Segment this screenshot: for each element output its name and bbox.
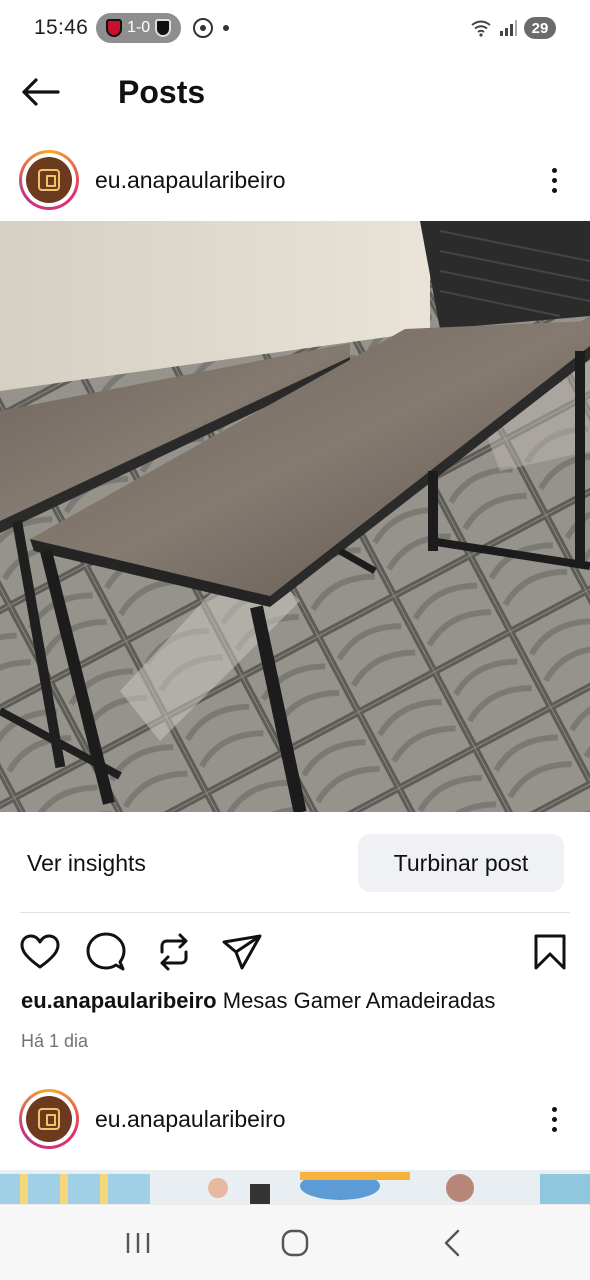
status-bar: 15:46 1-0 29 (0, 0, 590, 56)
page-title: Posts (118, 73, 206, 110)
avatar[interactable] (19, 150, 79, 210)
team-crest-icon (106, 19, 123, 37)
whatsapp-icon (193, 18, 214, 38)
post-image[interactable] (0, 221, 590, 812)
brand-logo-icon (38, 1108, 60, 1130)
avatar[interactable] (19, 1089, 79, 1149)
more-options-button[interactable] (538, 1097, 570, 1141)
notification-dot-icon (223, 25, 230, 31)
recent-apps-icon (127, 1232, 150, 1253)
back-icon (444, 1229, 459, 1256)
post-header: eu.anapaularibeiro (0, 135, 590, 225)
post-username[interactable]: eu.anapaularibeiro (95, 1106, 286, 1133)
caption-username[interactable]: eu.anapaularibeiro (21, 988, 217, 1013)
comment-button[interactable] (84, 930, 128, 974)
view-insights-link[interactable]: Ver insights (27, 832, 146, 894)
next-post-image-preview (0, 1170, 590, 1204)
heart-icon (20, 934, 60, 969)
divider (20, 912, 570, 913)
post-actions (0, 924, 590, 978)
repost-button[interactable] (152, 930, 196, 974)
score-text: 1-0 (127, 19, 151, 36)
post-timestamp: Há 1 dia (21, 1031, 89, 1051)
insights-row: Ver insights Turbinar post (0, 832, 590, 894)
system-back-button[interactable] (422, 1213, 482, 1273)
system-nav-bar (0, 1204, 590, 1280)
photo-tables (0, 221, 590, 812)
live-score-pill: 1-0 (96, 13, 182, 43)
caption-text: Mesas Gamer Amadeiradas (222, 988, 496, 1013)
brand-logo-icon (38, 169, 60, 191)
post-username[interactable]: eu.anapaularibeiro (95, 167, 286, 194)
share-button[interactable] (220, 930, 264, 974)
next-post-image[interactable] (0, 1170, 590, 1204)
repost-icon (160, 933, 188, 971)
home-button[interactable] (265, 1213, 325, 1273)
app-header: Posts (0, 56, 590, 128)
share-icon (222, 934, 262, 970)
post-caption: eu.anapaularibeiro Mesas Gamer Amadeirad… (21, 988, 581, 1014)
arrow-left-icon (22, 78, 60, 106)
more-options-button[interactable] (538, 158, 570, 202)
battery-indicator: 29 (524, 17, 556, 39)
back-button[interactable] (0, 56, 80, 128)
comment-icon (86, 932, 126, 971)
next-post-header: eu.anapaularibeiro (0, 1074, 590, 1164)
recent-apps-button[interactable] (108, 1213, 168, 1273)
bookmark-icon (534, 934, 566, 970)
save-button[interactable] (528, 930, 572, 974)
status-time: 15:46 (34, 16, 89, 39)
boost-post-button[interactable]: Turbinar post (358, 834, 564, 892)
signal-icon (500, 20, 517, 36)
team-crest-icon (155, 19, 172, 37)
wifi-icon (471, 20, 491, 37)
home-icon (281, 1229, 309, 1256)
like-button[interactable] (18, 930, 62, 974)
